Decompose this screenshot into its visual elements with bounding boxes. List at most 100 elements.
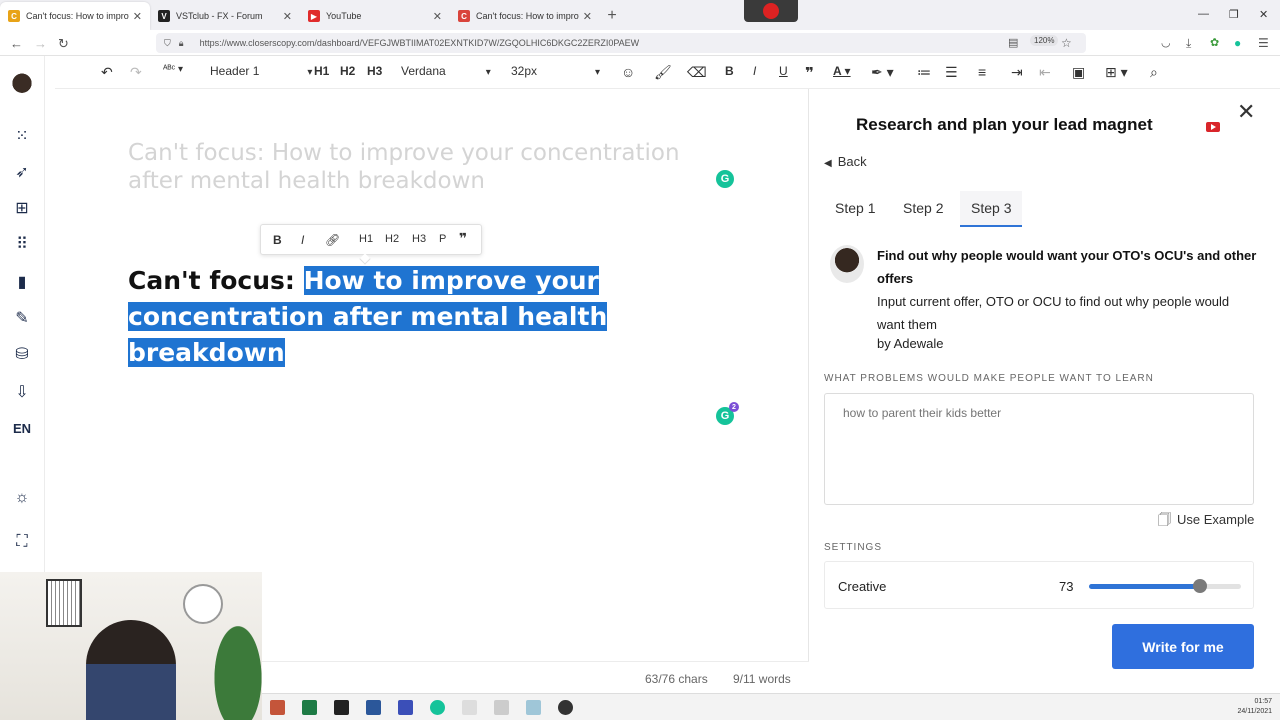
float-italic-button[interactable]: I bbox=[301, 233, 304, 247]
magic-wand-icon[interactable]: ✎ bbox=[11, 308, 33, 328]
system-clock[interactable]: 01:57 24/11/2021 bbox=[1228, 697, 1272, 717]
close-tab-icon[interactable]: ✕ bbox=[433, 10, 442, 23]
word-icon[interactable] bbox=[366, 700, 381, 715]
tab-step-1[interactable]: Step 1 bbox=[824, 191, 886, 227]
back-arrow-icon[interactable]: ← bbox=[10, 36, 23, 51]
table-icon[interactable]: ⊞ ▾ bbox=[1105, 64, 1128, 81]
pocket-icon[interactable]: ◡ bbox=[1161, 36, 1171, 49]
database-icon[interactable]: ⛁ bbox=[11, 344, 33, 364]
search-icon[interactable]: ⌕ bbox=[1150, 64, 1158, 81]
font-size-select[interactable]: 32px ▾ bbox=[511, 64, 600, 78]
downloads-icon[interactable]: ⤓ bbox=[1186, 36, 1191, 51]
extension-icon[interactable]: ✿ bbox=[1210, 36, 1219, 49]
slider-handle[interactable] bbox=[1192, 579, 1207, 593]
tab-step-3[interactable]: Step 3 bbox=[960, 191, 1023, 227]
grammarly-app-icon[interactable] bbox=[430, 700, 445, 715]
float-quote-icon[interactable]: ❞ bbox=[459, 230, 467, 247]
grammarly-extension-icon[interactable]: ● bbox=[1234, 36, 1241, 50]
undo-icon[interactable]: ↶ bbox=[101, 64, 113, 81]
browser-tab-0[interactable]: C Can't focus: How to improve y ✕ bbox=[0, 2, 150, 30]
h2-button[interactable]: H2 bbox=[340, 64, 355, 78]
minimize-icon[interactable]: — bbox=[1198, 8, 1209, 20]
block-style-select[interactable]: Header 1 ▾ bbox=[210, 64, 312, 78]
write-for-me-button[interactable]: Write for me bbox=[1112, 624, 1254, 669]
close-tab-icon[interactable]: ✕ bbox=[283, 10, 292, 23]
grammarly-icon[interactable]: G2 bbox=[716, 402, 739, 425]
numbered-list-icon[interactable]: ≔ bbox=[917, 64, 931, 81]
url-text[interactable]: https://www.closerscopy.com/dashboard/VE… bbox=[200, 38, 640, 48]
link-icon[interactable]: 🔗︎ bbox=[325, 233, 340, 247]
font-family-select[interactable]: Verdana ▾ bbox=[401, 64, 491, 78]
browser-tab-2[interactable]: ▶ YouTube ✕ bbox=[300, 2, 450, 30]
h3-button[interactable]: H3 bbox=[367, 64, 382, 78]
grammarly-icon[interactable]: G bbox=[716, 170, 734, 188]
emoji-icon[interactable]: ☺ bbox=[621, 64, 635, 80]
underline-button[interactable]: U bbox=[779, 64, 788, 78]
outdent-icon[interactable]: ⇤ bbox=[1039, 64, 1051, 81]
text-color-icon[interactable]: A ▾ bbox=[833, 64, 851, 78]
creativity-slider[interactable] bbox=[1089, 579, 1241, 593]
document-title-placeholder[interactable]: Can't focus: How to improve your concent… bbox=[128, 139, 728, 195]
h1-button[interactable]: H1 bbox=[314, 64, 329, 78]
menu-icon[interactable]: ☰ bbox=[1258, 36, 1269, 50]
rocket-icon[interactable]: ➶ bbox=[11, 162, 33, 182]
user-avatar[interactable] bbox=[8, 72, 36, 104]
apps-grid-icon[interactable]: ⁙ bbox=[11, 126, 33, 146]
float-h2-button[interactable]: H2 bbox=[385, 233, 399, 245]
reader-view-icon[interactable]: ▤ bbox=[1008, 36, 1018, 49]
terminal-icon[interactable] bbox=[334, 700, 349, 715]
theme-sun-icon[interactable]: ☼ bbox=[11, 488, 33, 508]
browser-tab-1[interactable]: V VSTclub - FX - Forum ✕ bbox=[150, 2, 300, 30]
bookmark-star-icon[interactable]: ☆ bbox=[1061, 36, 1072, 50]
back-button[interactable]: ◀ Back bbox=[824, 154, 867, 169]
reload-icon[interactable]: ↻ bbox=[58, 36, 69, 52]
close-panel-icon[interactable]: ✕ bbox=[1237, 99, 1255, 125]
crop-tool-icon[interactable] bbox=[494, 700, 509, 715]
float-paragraph-button[interactable]: P bbox=[439, 233, 446, 245]
new-tab-button[interactable]: + bbox=[600, 2, 624, 30]
folder-icon[interactable] bbox=[526, 700, 541, 715]
indent-icon[interactable]: ⇥ bbox=[1011, 64, 1023, 81]
quote-icon[interactable]: ❞ bbox=[805, 64, 814, 82]
image-icon[interactable]: ▣ bbox=[1072, 64, 1085, 81]
zoom-level[interactable]: 120% bbox=[1030, 35, 1059, 46]
shield-icon[interactable]: ⛉ bbox=[164, 38, 171, 49]
winrar-icon[interactable] bbox=[270, 700, 285, 715]
language-switch[interactable]: EN bbox=[11, 418, 33, 438]
screen-recorder-widget[interactable] bbox=[744, 0, 798, 22]
download-icon[interactable]: ⇩ bbox=[11, 382, 33, 402]
format-painter-icon[interactable]: 🖌︎ bbox=[654, 64, 672, 81]
float-h3-button[interactable]: H3 bbox=[412, 233, 426, 245]
lock-icon[interactable]: 🔒︎ bbox=[179, 38, 184, 49]
forward-arrow-icon[interactable]: → bbox=[34, 36, 47, 51]
analytics-icon[interactable]: ▮ bbox=[11, 272, 33, 292]
italic-button[interactable]: I bbox=[753, 64, 756, 78]
app-icon[interactable] bbox=[398, 700, 413, 715]
bold-button[interactable]: B bbox=[725, 64, 734, 78]
pen-app-icon[interactable] bbox=[462, 700, 477, 715]
bullet-list-icon[interactable]: ☰ bbox=[945, 64, 958, 81]
clear-format-icon[interactable]: ⌫ bbox=[687, 64, 707, 81]
document-heading[interactable]: Can't focus: How to improve your concent… bbox=[128, 263, 648, 371]
close-window-icon[interactable]: ✕ bbox=[1259, 8, 1268, 21]
excel-icon[interactable] bbox=[302, 700, 317, 715]
float-bold-button[interactable]: B bbox=[273, 233, 282, 247]
redo-icon[interactable]: ↷ bbox=[130, 64, 142, 81]
fullscreen-icon[interactable]: ⛶ bbox=[11, 532, 33, 552]
templates-icon[interactable]: ⊞ bbox=[11, 198, 33, 218]
close-tab-icon[interactable]: ✕ bbox=[133, 10, 142, 23]
address-bar[interactable]: ⛉ 🔒︎ https://www.closerscopy.com/dashboa… bbox=[156, 33, 1086, 53]
float-h1-button[interactable]: H1 bbox=[359, 233, 373, 245]
use-example-button[interactable]: 🗍 Use Example bbox=[1158, 511, 1254, 533]
obs-icon[interactable] bbox=[558, 700, 573, 715]
tab-step-2[interactable]: Step 2 bbox=[892, 191, 954, 227]
restore-icon[interactable]: ❐ bbox=[1229, 8, 1239, 21]
align-left-icon[interactable]: ≡ bbox=[978, 64, 986, 80]
dots-grid-icon[interactable]: ⠿ bbox=[11, 234, 33, 254]
record-icon[interactable] bbox=[763, 3, 779, 19]
highlight-icon[interactable]: ✒ ▾ bbox=[871, 64, 894, 81]
close-tab-icon[interactable]: ✕ bbox=[583, 10, 592, 23]
problems-input[interactable] bbox=[824, 393, 1254, 505]
spellcheck-icon[interactable]: ᴬᴮᶜ ▾ bbox=[163, 64, 183, 75]
youtube-icon[interactable] bbox=[1206, 122, 1220, 132]
